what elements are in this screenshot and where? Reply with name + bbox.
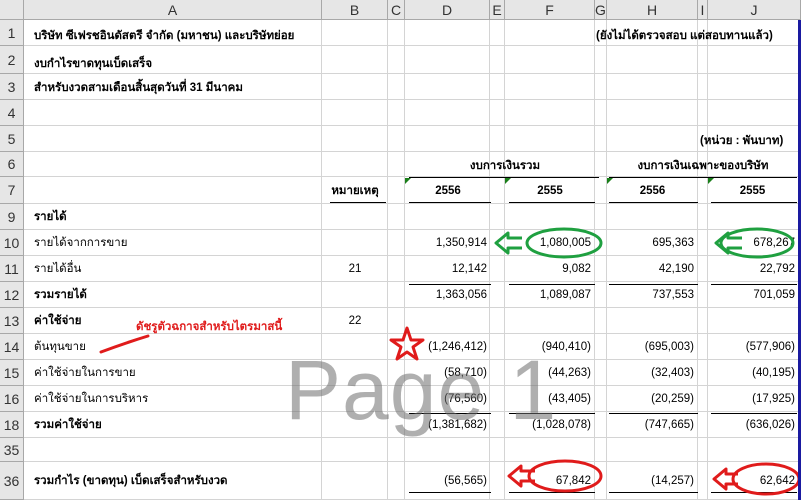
green-arrow-icon [494,231,522,255]
green-highlight-circle [525,227,603,259]
spreadsheet[interactable]: ABCDEFGHIJ 1 2 3 4 5 6 7 9 10 11 12 13 14 15 16 18 35 36 … [0,0,801,500]
red-highlight-circle [731,462,801,496]
red-highlight-circle [527,459,603,493]
red-pen-stroke [99,334,150,354]
red-star-icon [389,326,425,361]
annotation-overlay [99,227,801,496]
green-highlight-circle [719,227,795,259]
